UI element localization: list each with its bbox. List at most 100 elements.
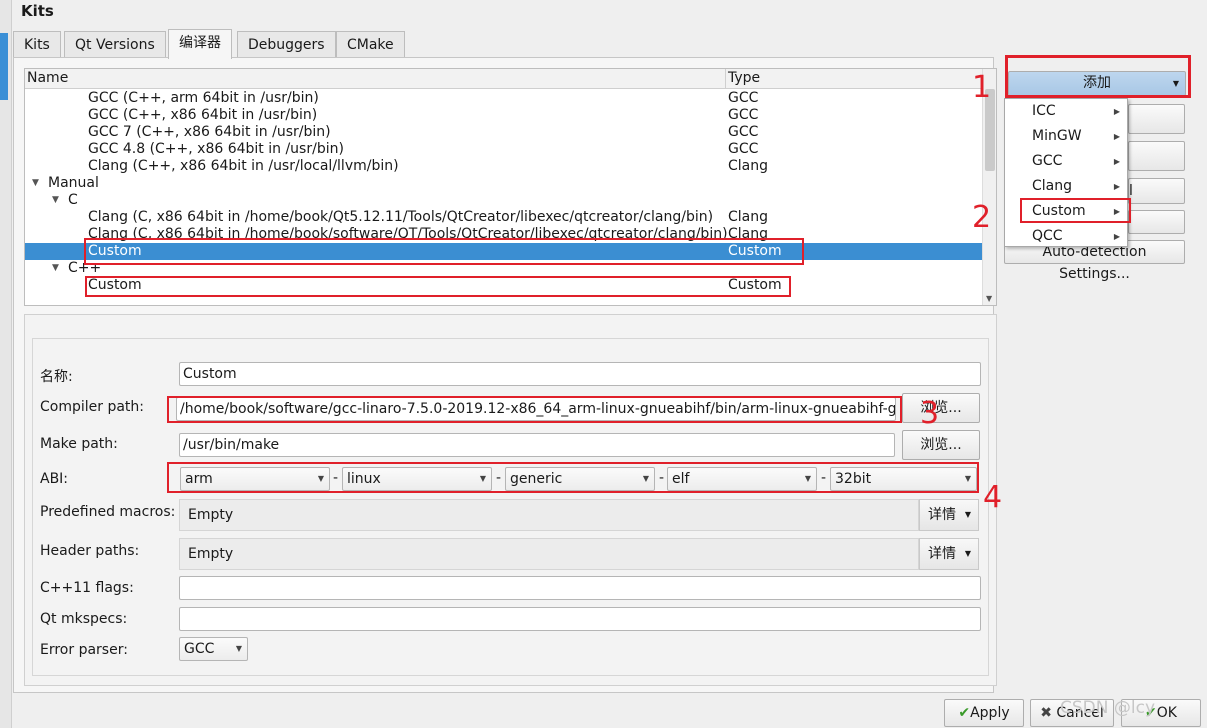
menu-item-label: MinGW [1032, 128, 1082, 144]
compiler-path-browse-button[interactable]: 浏览... [902, 393, 980, 423]
re-detect-button[interactable] [1128, 210, 1185, 234]
remove-all-button[interactable]: l [1128, 178, 1185, 204]
name-label: 名称: [40, 369, 73, 385]
annotation-box-cpp-custom [85, 276, 791, 297]
menu-item-label: ICC [1032, 103, 1056, 119]
header-paths-label: Header paths: [40, 543, 140, 559]
menu-item-gcc[interactable]: GCC ▶ [1006, 149, 1126, 174]
tree-header: Name Type [25, 69, 983, 89]
tree-row-name: GCC (C++, x86 64bit in /usr/bin) [88, 107, 318, 123]
tree-row-type: GCC [728, 124, 759, 140]
add-compiler-menu: ICC ▶ MinGW ▶ GCC ▶ Clang ▶ Custom ▶ QCC ▶ [1004, 98, 1128, 247]
tab-debuggers[interactable]: Debuggers [237, 31, 336, 58]
remove-button[interactable] [1128, 141, 1185, 171]
dropdown-arrow-icon: ▼ [964, 549, 971, 558]
check-icon: ✔ [958, 705, 971, 721]
tree-row-type: GCC [728, 141, 759, 157]
name-field[interactable]: Custom [179, 362, 981, 386]
submenu-arrow-icon: ▶ [1113, 107, 1120, 116]
tree-row[interactable]: GCC 4.8 (C++, x86 64bit in /usr/bin) GCC [25, 141, 983, 158]
menu-item-clang[interactable]: Clang ▶ [1006, 174, 1126, 199]
annotation-box-abi [167, 462, 979, 493]
clone-button[interactable] [1128, 104, 1185, 134]
error-parser-value: GCC [184, 641, 215, 657]
menu-item-icc[interactable]: ICC ▶ [1006, 99, 1126, 124]
menu-item-label: Clang [1032, 178, 1073, 194]
cancel-x-icon: ✖ [1040, 705, 1052, 721]
submenu-arrow-icon: ▶ [1113, 132, 1120, 141]
annotation-box-compiler-path [167, 396, 902, 423]
cxx11-flags-label: C++11 flags: [40, 580, 134, 596]
remove-all-label: l [1129, 183, 1133, 199]
tree-row-type: Clang [728, 158, 769, 174]
menu-item-qcc[interactable]: QCC ▶ [1006, 224, 1126, 249]
cxx11-flags-field[interactable] [179, 576, 981, 600]
submenu-arrow-icon: ▶ [1113, 157, 1120, 166]
tree-group-manual[interactable]: ▼ Manual [25, 175, 983, 192]
error-parser-select[interactable]: GCC ▼ [179, 637, 248, 661]
tree-group-c[interactable]: ▼ C [25, 192, 983, 209]
menu-item-label: GCC [1032, 153, 1063, 169]
tab-cmake[interactable]: CMake [336, 31, 405, 58]
apply-button[interactable]: ✔Apply [944, 699, 1024, 727]
watermark: CSDN @lcy [1060, 698, 1156, 718]
tree-row-name: GCC 4.8 (C++, x86 64bit in /usr/bin) [88, 141, 344, 157]
header-paths-details-button[interactable]: 详情 ▼ [919, 538, 979, 570]
tree-row[interactable]: Clang (C, x86 64bit in /home/book/Qt5.12… [25, 209, 983, 226]
menu-item-label: QCC [1032, 228, 1063, 244]
expand-caret-icon[interactable]: ▼ [52, 260, 59, 277]
annotation-box-custom-menu [1020, 198, 1131, 223]
predefined-macros-value: Empty [179, 499, 919, 531]
tree-row[interactable]: Clang (C++, x86 64bit in /usr/local/llvm… [25, 158, 983, 175]
make-path-label: Make path: [40, 436, 118, 452]
tree-row-type: GCC [728, 90, 759, 106]
details-label: 详情 [928, 546, 956, 562]
annotation-box-c-custom [84, 238, 804, 265]
annotation-number-3: 3 [920, 396, 940, 431]
dropdown-arrow-icon: ▼ [235, 644, 242, 653]
tree-row-name: Clang (C, x86 64bit in /home/book/Qt5.12… [88, 209, 714, 225]
compiler-path-label: Compiler path: [40, 399, 145, 415]
tree-row[interactable]: GCC (C++, arm 64bit in /usr/bin) GCC [25, 90, 983, 107]
tree-row-name: GCC 7 (C++, x86 64bit in /usr/bin) [88, 124, 331, 140]
tree-group-label: Manual [48, 175, 99, 191]
qt-mkspecs-field[interactable] [179, 607, 981, 631]
expand-caret-icon[interactable]: ▼ [32, 175, 39, 192]
abi-label: ABI: [40, 471, 69, 487]
make-path-browse-button[interactable]: 浏览... [902, 430, 980, 460]
submenu-arrow-icon: ▶ [1113, 182, 1120, 191]
error-parser-label: Error parser: [40, 642, 128, 658]
tree-row-name: GCC (C++, arm 64bit in /usr/bin) [88, 90, 319, 106]
left-nav-strip [0, 0, 12, 728]
tab-qt-versions[interactable]: Qt Versions [64, 31, 166, 58]
ok-label: OK [1156, 705, 1177, 721]
predefined-macros-label: Predefined macros: [40, 504, 176, 520]
menu-item-mingw[interactable]: MinGW ▶ [1006, 124, 1126, 149]
details-label: 详情 [928, 507, 956, 523]
header-paths-value: Empty [179, 538, 919, 570]
apply-label: Apply [970, 705, 1010, 721]
qt-mkspecs-label: Qt mkspecs: [40, 611, 128, 627]
compiler-tree[interactable]: Name Type GCC (C++, arm 64bit in /usr/bi… [24, 68, 997, 306]
annotation-number-2: 2 [972, 200, 992, 235]
annotation-number-4: 4 [983, 480, 1003, 515]
tree-row-type: Clang [728, 209, 769, 225]
expand-caret-icon[interactable]: ▼ [52, 192, 59, 209]
tab-compilers[interactable]: 编译器 [168, 29, 232, 59]
predefined-macros-details-button[interactable]: 详情 ▼ [919, 499, 979, 531]
make-path-field[interactable]: /usr/bin/make [179, 433, 895, 457]
submenu-arrow-icon: ▶ [1113, 232, 1120, 241]
tree-row[interactable]: GCC 7 (C++, x86 64bit in /usr/bin) GCC [25, 124, 983, 141]
scroll-down-icon[interactable]: ▼ [986, 294, 992, 303]
page-title: Kits [21, 2, 54, 20]
tab-kits[interactable]: Kits [13, 31, 61, 58]
annotation-number-1: 1 [972, 70, 992, 105]
tree-row-type: GCC [728, 107, 759, 123]
column-type-header[interactable]: Type [728, 70, 760, 86]
column-name-header[interactable]: Name [27, 70, 68, 86]
tree-group-label: C [68, 192, 78, 208]
dropdown-arrow-icon: ▼ [964, 510, 971, 519]
left-nav-selection [0, 33, 8, 100]
tree-row-name: Clang (C++, x86 64bit in /usr/local/llvm… [88, 158, 399, 174]
tree-row[interactable]: GCC (C++, x86 64bit in /usr/bin) GCC [25, 107, 983, 124]
